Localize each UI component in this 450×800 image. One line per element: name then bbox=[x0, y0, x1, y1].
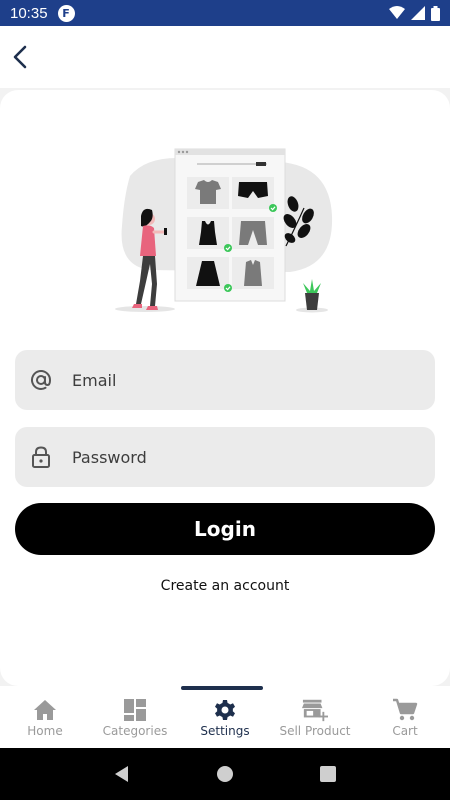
categories-icon bbox=[122, 697, 148, 723]
system-navigation-bar bbox=[0, 748, 450, 800]
nav-label-cart: Cart bbox=[392, 724, 418, 738]
store-add-icon bbox=[302, 697, 328, 723]
active-tab-indicator bbox=[181, 686, 263, 690]
circle-home-icon bbox=[216, 766, 233, 782]
password-field[interactable] bbox=[15, 427, 435, 487]
nav-item-home[interactable]: Home bbox=[0, 686, 90, 748]
nav-label-settings: Settings bbox=[200, 724, 250, 738]
home-icon bbox=[32, 697, 58, 723]
email-input[interactable] bbox=[72, 370, 412, 390]
back-button[interactable] bbox=[12, 39, 40, 75]
create-account-link[interactable]: Create an account bbox=[0, 578, 450, 594]
app-bar bbox=[0, 26, 450, 88]
nav-label-sell-product: Sell Product bbox=[279, 724, 351, 738]
system-back-button[interactable] bbox=[108, 760, 136, 788]
nav-item-sell-product[interactable]: Sell Product bbox=[270, 686, 360, 748]
triangle-back-icon bbox=[114, 766, 128, 782]
email-field[interactable] bbox=[15, 350, 435, 410]
battery-icon bbox=[431, 5, 440, 21]
gear-icon bbox=[212, 697, 238, 723]
login-card: Login Create an account bbox=[0, 90, 450, 686]
password-input[interactable] bbox=[72, 447, 412, 467]
at-sign-icon bbox=[29, 368, 53, 392]
app-notification-icon: F bbox=[57, 4, 75, 22]
status-indicators bbox=[389, 5, 440, 21]
nav-item-settings[interactable]: Settings bbox=[180, 686, 270, 748]
wifi-icon bbox=[389, 6, 405, 19]
lock-icon bbox=[29, 445, 53, 469]
chevron-left-icon bbox=[13, 45, 27, 69]
nav-label-home: Home bbox=[27, 724, 63, 738]
system-recents-button[interactable] bbox=[314, 760, 342, 788]
shopping-illustration bbox=[115, 148, 333, 313]
nav-item-categories[interactable]: Categories bbox=[90, 686, 180, 748]
nav-label-categories: Categories bbox=[102, 724, 168, 738]
square-recents-icon bbox=[320, 766, 337, 782]
bottom-navigation: Home Categories Settings Sell Product Ca… bbox=[0, 686, 450, 748]
system-home-button[interactable] bbox=[211, 760, 239, 788]
status-time: 10:35 bbox=[10, 4, 48, 22]
nav-item-cart[interactable]: Cart bbox=[360, 686, 450, 748]
login-button[interactable]: Login bbox=[15, 503, 435, 555]
status-bar: 10:35 F bbox=[0, 0, 450, 26]
cart-icon bbox=[392, 697, 418, 723]
signal-icon bbox=[411, 6, 425, 20]
